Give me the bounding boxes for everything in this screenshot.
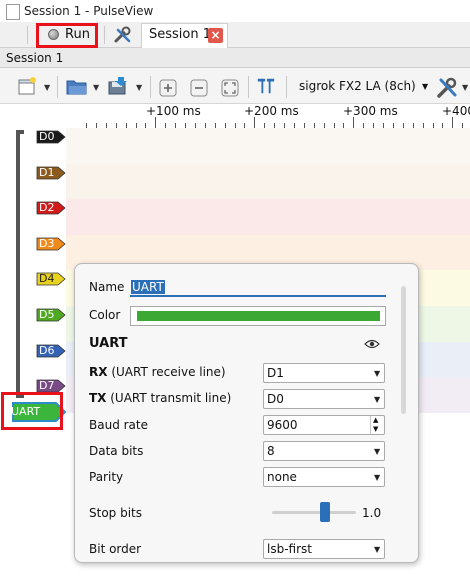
name-field-value: UART	[131, 280, 165, 294]
rx-label: RX (UART receive line)	[89, 365, 226, 379]
ruler-major-tick	[353, 117, 354, 128]
tx-select-value: D0	[267, 392, 284, 406]
name-label: Name	[89, 280, 125, 294]
device-selector[interactable]: sigrok FX2 LA (8ch)	[299, 79, 416, 93]
parity-label: Parity	[89, 470, 124, 484]
channel-band-d1	[66, 164, 470, 200]
stepper-up-icon[interactable]: ▲	[373, 416, 378, 424]
channel-group-bracket	[16, 130, 24, 398]
data-bits-label: Data bits	[89, 444, 144, 458]
baud-rate-value: 9600	[267, 418, 298, 432]
close-tab-icon[interactable]: ×	[208, 28, 223, 43]
open-folder-icon[interactable]	[65, 76, 89, 96]
title-bar: Session 1 - PulseView	[0, 0, 470, 22]
channel-name-d2: D2	[39, 201, 55, 214]
channel-name-d5: D5	[39, 308, 55, 321]
uart-decoder-highlight	[1, 392, 63, 430]
show-cursors-icon[interactable]	[255, 76, 277, 96]
rx-select-value: D1	[267, 366, 284, 380]
new-view-icon[interactable]	[17, 76, 37, 96]
toolbar-separator	[150, 76, 151, 98]
rx-dropdown-icon[interactable]: ▼	[374, 369, 380, 378]
toolbar-separator	[286, 76, 287, 98]
configure-device-icon[interactable]	[435, 75, 459, 99]
open-dropdown-icon[interactable]: ▼	[93, 83, 99, 92]
session-header: Session 1	[0, 48, 470, 68]
save-icon[interactable]	[106, 76, 130, 96]
ruler-tick-label: +100 ms	[146, 104, 201, 118]
parity-value: none	[267, 470, 297, 484]
channel-name-d0: D0	[39, 130, 55, 143]
ruler-tick-label: +200 ms	[244, 104, 299, 118]
parity-dropdown-icon[interactable]: ▼	[374, 473, 380, 482]
channel-name-d1: D1	[39, 166, 55, 179]
run-status-icon	[48, 29, 59, 40]
window-title: Session 1 - PulseView	[24, 4, 154, 18]
toolbar-separator	[248, 76, 249, 98]
bit-order-dropdown-icon[interactable]: ▼	[374, 545, 380, 554]
save-dropdown-icon[interactable]: ▼	[136, 83, 142, 92]
zoom-fit-icon[interactable]	[221, 78, 239, 98]
channel-band-d0	[66, 128, 470, 164]
wrench-screwdriver-icon[interactable]	[113, 26, 133, 44]
tx-label: TX (UART transmit line)	[89, 391, 232, 405]
run-button-label: Run	[65, 27, 90, 42]
stop-bits-label: Stop bits	[89, 506, 143, 520]
data-bits-value: 8	[267, 444, 275, 458]
eye-icon[interactable]	[364, 338, 380, 350]
session-tab-label: Session 1	[149, 27, 212, 42]
device-dropdown-icon[interactable]: ▼	[422, 82, 428, 91]
stop-bits-slider-track[interactable]	[272, 511, 356, 514]
channel-name-d4: D4	[39, 272, 55, 285]
bit-order-value: lsb-first	[267, 542, 312, 556]
decoder-section-title: UART	[89, 336, 128, 351]
name-field[interactable]	[130, 278, 386, 297]
channel-name-d7: D7	[39, 379, 55, 392]
tx-dropdown-icon[interactable]: ▼	[374, 395, 380, 404]
channel-name-d6: D6	[39, 344, 55, 357]
data-bits-dropdown-icon[interactable]: ▼	[374, 447, 380, 456]
ruler-tick-label: +300 ms	[343, 104, 398, 118]
stepper-down-icon[interactable]: ▼	[373, 425, 378, 433]
channel-name-d3: D3	[39, 237, 55, 250]
ruler-tick-label: +400	[442, 104, 470, 118]
toolbar-separator	[104, 26, 105, 44]
stop-bits-value: 1.0	[362, 506, 382, 520]
zoom-in-icon[interactable]	[159, 78, 177, 98]
color-label: Color	[89, 308, 121, 322]
channel-band-d2	[66, 199, 470, 235]
ruler-major-tick	[155, 117, 156, 128]
session-header-label: Session 1	[6, 51, 64, 65]
popup-scrollbar[interactable]	[401, 286, 406, 414]
bit-order-label: Bit order	[89, 542, 142, 556]
toolbar-separator	[27, 26, 28, 44]
toolbar-separator	[57, 76, 58, 98]
data-bits-select[interactable]	[263, 441, 385, 461]
color-swatch	[137, 311, 380, 321]
baud-rate-label: Baud rate	[89, 418, 148, 432]
zoom-out-icon[interactable]	[190, 78, 208, 98]
ruler-major-tick	[452, 117, 453, 128]
stop-bits-slider-handle[interactable]	[320, 502, 330, 522]
new-document-icon[interactable]	[6, 4, 20, 20]
configure-dropdown-icon[interactable]: ▼	[462, 83, 468, 92]
ruler-major-tick	[254, 117, 255, 128]
new-view-dropdown-icon[interactable]: ▼	[44, 83, 50, 92]
